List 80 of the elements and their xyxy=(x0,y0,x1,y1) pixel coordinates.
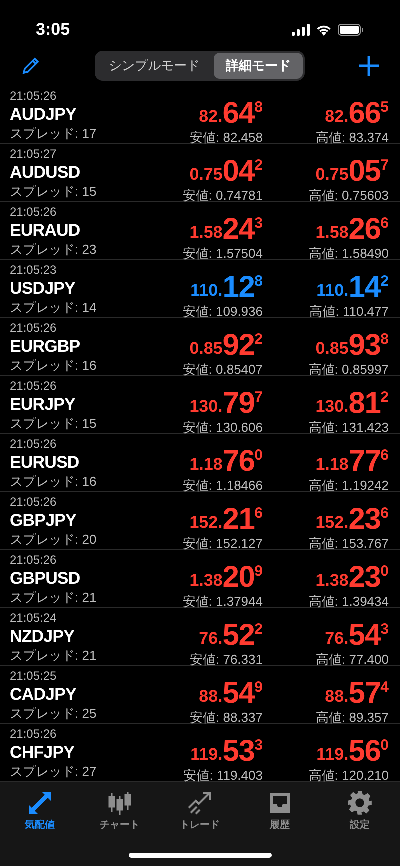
symbol-name: EURAUD xyxy=(10,220,82,242)
settings-icon xyxy=(347,790,373,816)
edit-button[interactable] xyxy=(20,55,42,77)
status-time: 3:05 xyxy=(36,19,70,42)
high-price: 高値: 1.39434 xyxy=(308,594,389,610)
symbol-name: EURJPY xyxy=(10,394,76,416)
pencil-icon xyxy=(22,57,40,75)
signal-icon xyxy=(292,24,310,36)
battery-icon xyxy=(338,24,364,36)
spread-text: スプレッド: 27 xyxy=(10,764,98,780)
quote-time: 21:05:26 xyxy=(10,89,58,104)
high-price: 高値: 89.357 xyxy=(316,710,389,726)
spread-text: スプレッド: 16 xyxy=(10,474,98,490)
high-price: 高値: 83.374 xyxy=(316,130,389,146)
trend-arrow-icon xyxy=(187,790,213,816)
spread-text: スプレッド: 21 xyxy=(10,590,98,606)
arrows-icon xyxy=(27,790,53,816)
tab-bar-item[interactable]: トレード xyxy=(168,790,232,833)
wifi-icon xyxy=(316,24,332,36)
low-price: 安値: 109.936 xyxy=(182,304,263,320)
low-price: 安値: 88.337 xyxy=(190,710,263,726)
tab-bar-item[interactable]: 設定 xyxy=(328,790,392,833)
low-price: 安値: 0.85407 xyxy=(182,362,263,378)
tab-bar-item[interactable]: 履歴 xyxy=(248,790,312,833)
quote-time: 21:05:26 xyxy=(10,205,58,220)
high-price: 高値: 1.19242 xyxy=(308,478,389,494)
high-price: 高値: 1.58490 xyxy=(308,246,389,262)
quote-time: 21:05:26 xyxy=(10,321,58,336)
spread-text: スプレッド: 20 xyxy=(10,532,98,548)
tab-bar-item[interactable]: チャート xyxy=(88,790,152,833)
quote-time: 21:05:26 xyxy=(10,727,58,742)
symbol-name: NZDJPY xyxy=(10,626,76,648)
symbol-name: EURUSD xyxy=(10,452,80,474)
tab-bar-item[interactable]: 気配値 xyxy=(8,790,72,833)
high-price: 高値: 131.423 xyxy=(308,420,389,436)
quote-time: 21:05:24 xyxy=(10,611,58,626)
quote-time: 21:05:23 xyxy=(10,263,58,278)
spread-text: スプレッド: 25 xyxy=(10,706,98,722)
high-price: 高値: 77.400 xyxy=(316,652,389,668)
spread-text: スプレッド: 15 xyxy=(10,184,98,200)
quote-time: 21:05:26 xyxy=(10,379,58,394)
symbol-name: AUDJPY xyxy=(10,104,78,126)
symbol-name: EURGBP xyxy=(10,336,82,358)
candlestick-icon xyxy=(107,790,133,816)
spread-text: スプレッド: 14 xyxy=(10,300,98,316)
low-price: 安値: 0.74781 xyxy=(182,188,263,204)
spread-text: スプレッド: 17 xyxy=(10,126,98,142)
high-price: 高値: 110.477 xyxy=(310,304,389,320)
quote-time: 21:05:26 xyxy=(10,553,58,568)
quote-time: 21:05:25 xyxy=(10,669,58,684)
high-price: 高値: 0.85997 xyxy=(308,362,389,378)
mode-tab[interactable]: シンプルモード xyxy=(97,53,212,79)
low-price: 安値: 130.606 xyxy=(182,420,263,436)
low-price: 安値: 76.331 xyxy=(190,652,263,668)
low-price: 安値: 82.458 xyxy=(190,130,263,146)
quote-time: 21:05:27 xyxy=(10,147,58,162)
high-price: 高値: 0.75603 xyxy=(308,188,389,204)
low-price: 安値: 1.37944 xyxy=(182,594,263,610)
low-price: 安値: 119.403 xyxy=(184,768,263,782)
symbol-name: GBPJPY xyxy=(10,510,78,532)
low-price: 安値: 1.18466 xyxy=(182,478,263,494)
spread-text: スプレッド: 23 xyxy=(10,242,98,258)
spread-text: スプレッド: 16 xyxy=(10,358,98,374)
symbol-name: CADJPY xyxy=(10,684,78,706)
high-price: 高値: 153.767 xyxy=(308,536,389,552)
symbol-name: AUDUSD xyxy=(10,162,82,184)
plus-icon xyxy=(359,56,379,76)
symbol-name: CHFJPY xyxy=(10,742,76,764)
quote-time: 21:05:26 xyxy=(10,495,58,510)
add-button[interactable] xyxy=(358,55,380,77)
symbol-name: USDJPY xyxy=(10,278,76,300)
quote-time: 21:05:26 xyxy=(10,437,58,452)
spread-text: スプレッド: 21 xyxy=(10,648,98,664)
spread-text: スプレッド: 15 xyxy=(10,416,98,432)
low-price: 安値: 1.57504 xyxy=(182,246,263,262)
high-price: 高値: 120.210 xyxy=(308,768,389,782)
low-price: 安値: 152.127 xyxy=(182,536,263,552)
inbox-icon xyxy=(267,790,293,816)
symbol-name: GBPUSD xyxy=(10,568,82,590)
mode-tab[interactable]: 詳細モード xyxy=(214,53,303,79)
